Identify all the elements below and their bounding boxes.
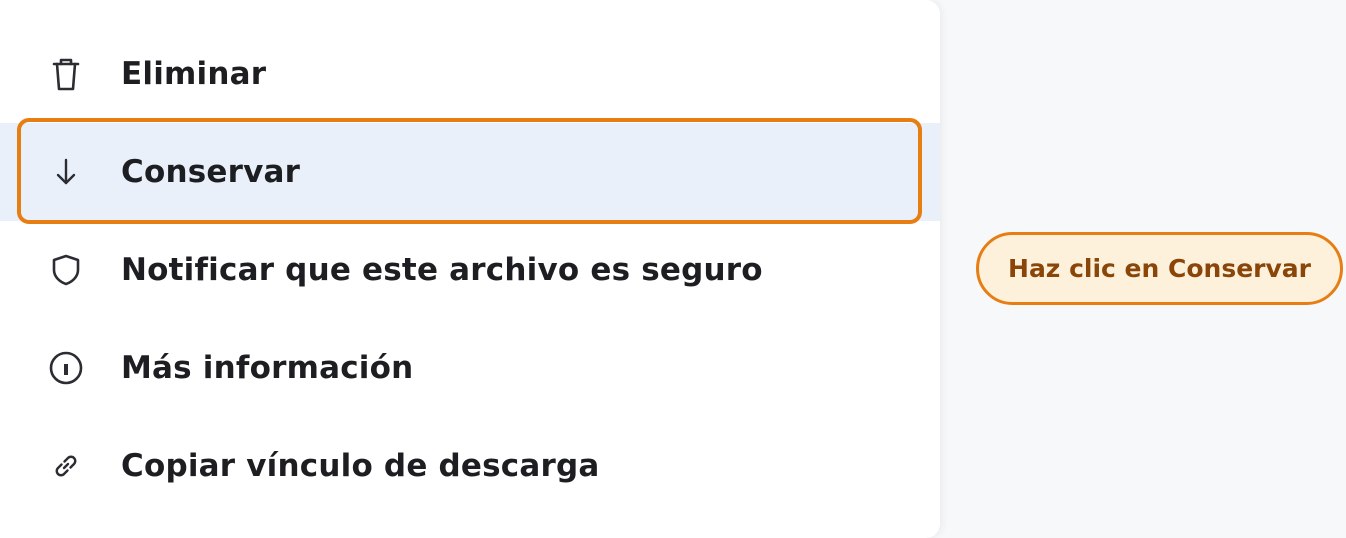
menu-item-copiar-vinculo[interactable]: Copiar vínculo de descarga: [0, 417, 940, 515]
menu-item-mas-informacion[interactable]: Más información: [0, 319, 940, 417]
menu-item-eliminar[interactable]: Eliminar: [0, 25, 940, 123]
menu-item-label: Conservar: [121, 154, 301, 190]
instruction-tooltip: Haz clic en Conservar: [976, 232, 1343, 305]
context-menu: Eliminar Conservar Notificar que este ar…: [0, 0, 940, 538]
trash-icon: [46, 54, 86, 94]
shield-icon: [46, 250, 86, 290]
menu-item-label: Notificar que este archivo es seguro: [121, 252, 763, 288]
info-icon: [46, 348, 86, 388]
menu-item-label: Eliminar: [121, 56, 267, 92]
link-icon: [46, 446, 86, 486]
menu-item-notificar-seguro[interactable]: Notificar que este archivo es seguro: [0, 221, 940, 319]
tooltip-text: Haz clic en Conservar: [1008, 254, 1311, 283]
menu-item-conservar[interactable]: Conservar: [0, 123, 940, 221]
menu-item-label: Copiar vínculo de descarga: [121, 448, 600, 484]
page: Eliminar Conservar Notificar que este ar…: [0, 0, 1346, 538]
arrow-down-icon: [46, 152, 86, 192]
menu-item-label: Más información: [121, 350, 414, 386]
